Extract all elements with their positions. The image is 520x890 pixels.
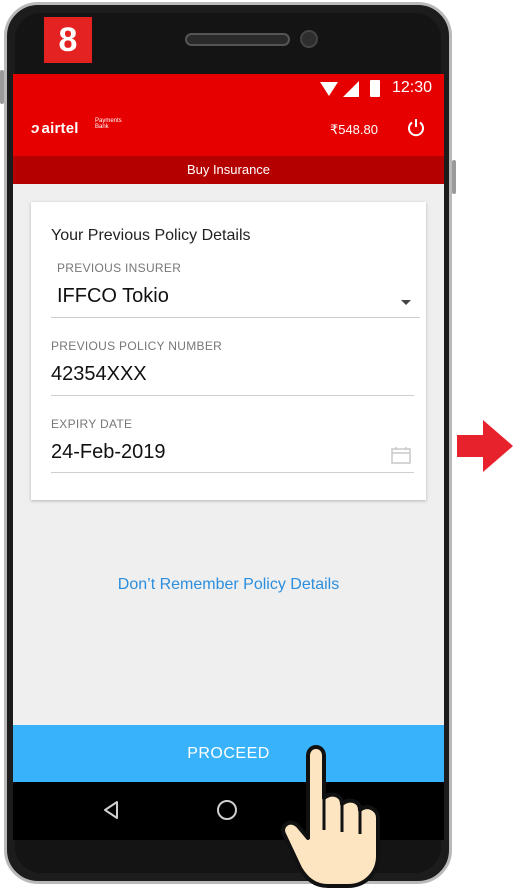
airtel-logo-mark-icon: ɔ: [31, 120, 40, 137]
expiry-date-input[interactable]: 24-Feb-2019: [51, 441, 166, 464]
side-button-left: [0, 70, 4, 104]
policy-number-label: PREVIOUS POLICY NUMBER: [51, 339, 223, 353]
speaker-grill: [185, 33, 290, 46]
airtel-logo-text: airtel: [41, 120, 79, 137]
insurer-label: PREVIOUS INSURER: [57, 261, 182, 275]
policy-number-input[interactable]: 42354XXX: [51, 363, 147, 386]
pointing-hand-icon: [281, 745, 380, 888]
status-bar: 12:30: [13, 74, 444, 104]
expiry-date-underline: [51, 472, 414, 473]
wallet-balance: ₹548.80: [329, 122, 378, 137]
status-time: 12:30: [391, 79, 432, 96]
expiry-date-label: EXPIRY DATE: [51, 417, 133, 431]
power-icon[interactable]: [406, 118, 426, 138]
policy-number-underline: [51, 395, 414, 396]
signal-icon: [343, 81, 359, 97]
card-title: Your Previous Policy Details: [51, 227, 251, 244]
front-camera: [300, 30, 318, 48]
dropdown-icon[interactable]: [401, 300, 411, 305]
dont-remember-policy-link[interactable]: Don’t Remember Policy Details: [13, 576, 444, 594]
insurer-select[interactable]: IFFCO Tokio: [57, 285, 169, 308]
airtel-logo: ɔ airtel: [31, 120, 79, 137]
airtel-logo-sub: Payments Bank: [95, 118, 122, 130]
side-button-right: [452, 160, 456, 194]
app-bar: ɔ airtel Payments Bank ₹548.80: [13, 104, 444, 156]
back-icon[interactable]: [101, 800, 121, 820]
calendar-icon[interactable]: [391, 446, 411, 464]
policy-details-card: Your Previous Policy Details PREVIOUS IN…: [31, 202, 426, 500]
wifi-icon: [320, 82, 338, 96]
step-badge: 8: [44, 17, 92, 63]
battery-icon: [370, 80, 380, 97]
home-icon[interactable]: [217, 800, 237, 820]
app-screen: 12:30 ɔ airtel Payments Bank ₹548.80 Buy …: [13, 74, 444, 782]
arrow-right-icon: [457, 420, 513, 472]
insurer-underline: [51, 317, 420, 318]
page-title: Buy Insurance: [13, 156, 444, 184]
